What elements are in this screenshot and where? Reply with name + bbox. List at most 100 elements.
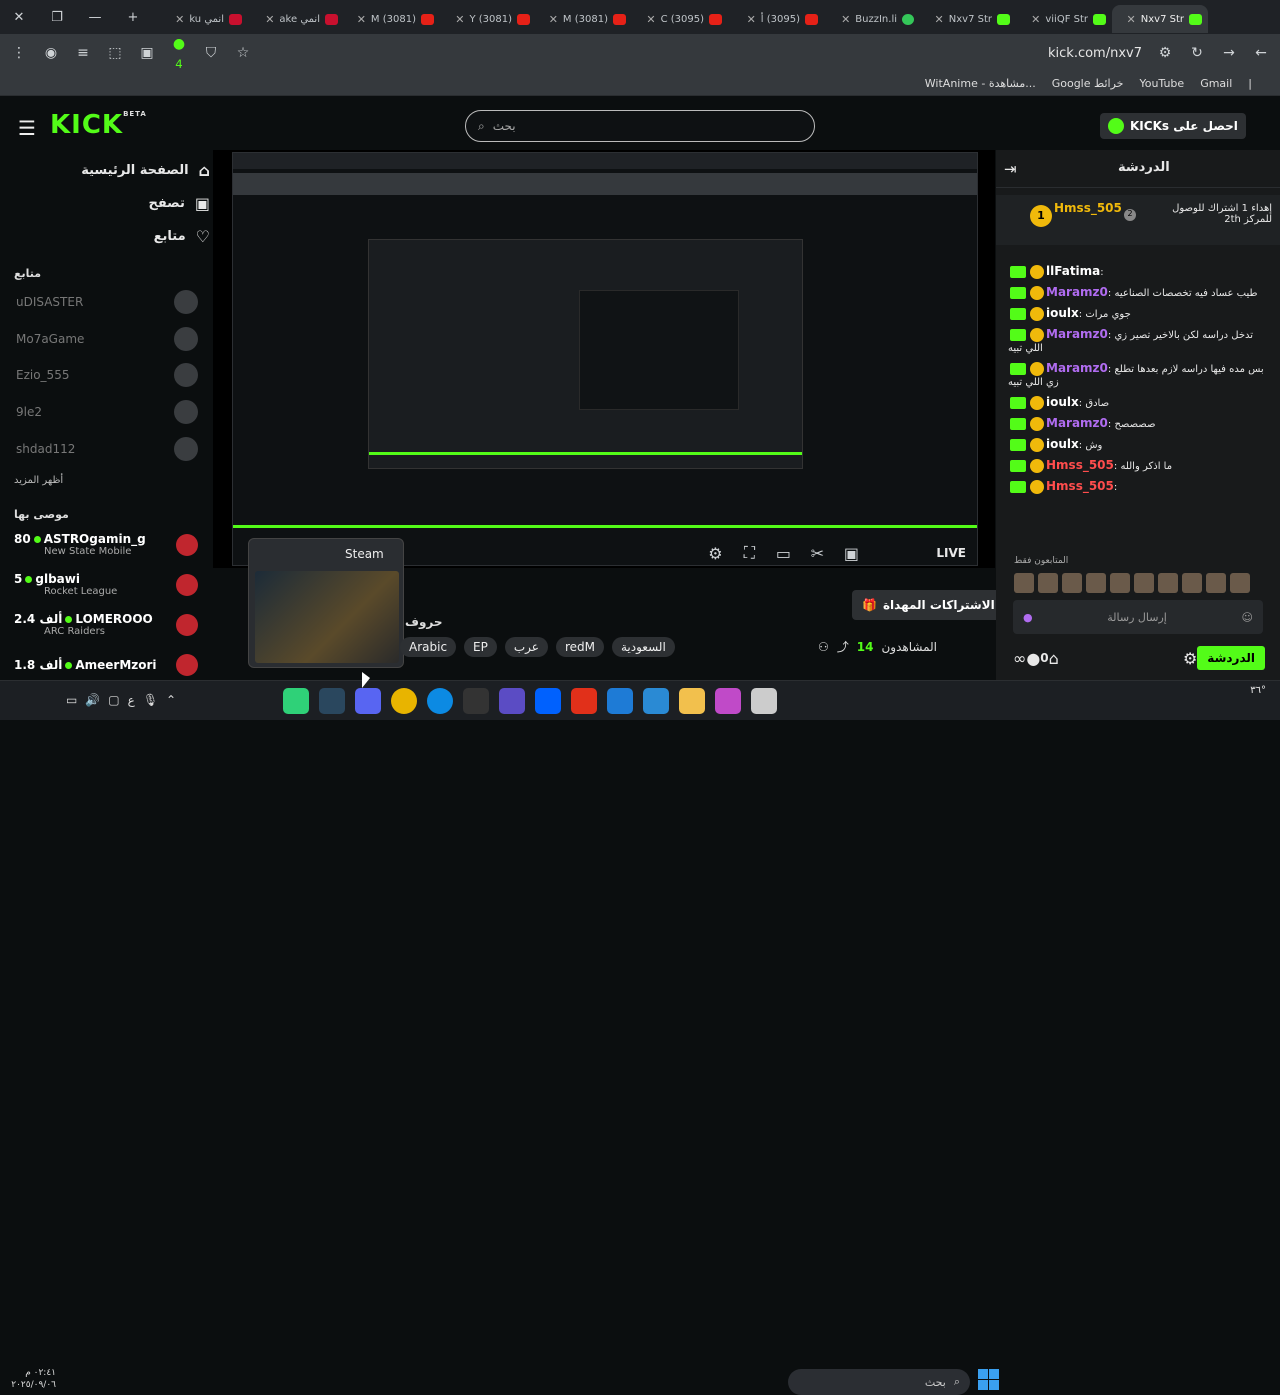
emote-2[interactable] <box>1038 573 1058 593</box>
emote-9[interactable] <box>1206 573 1226 593</box>
epic-games-app-icon[interactable] <box>463 688 489 714</box>
browser-tab[interactable]: BuzzIn.li ✕ <box>824 5 920 33</box>
nav-item[interactable]: تصفح ▣ <box>0 187 210 220</box>
chat-username[interactable]: Maramz0 <box>1046 285 1108 299</box>
tray-chevron-icon[interactable]: ⌃ <box>166 693 176 707</box>
chat-username[interactable]: ioulx <box>1046 306 1079 320</box>
show-more-link[interactable]: أظهر المزيد <box>0 467 210 494</box>
emote-10[interactable] <box>1230 573 1250 593</box>
site-settings-icon[interactable]: ⚙ <box>1156 45 1174 61</box>
following-channel[interactable]: Ezio_555 <box>0 357 210 394</box>
extension-badge-icon[interactable]: ● 4 <box>170 36 188 71</box>
reading-list-icon[interactable]: ≡ <box>74 45 92 61</box>
stream-tag[interactable]: السعودية <box>611 637 675 657</box>
close-tab-icon[interactable]: ✕ <box>747 13 756 26</box>
back-icon[interactable]: ← <box>1252 45 1270 61</box>
browser-tab[interactable]: Nxv7 Str ✕ <box>920 5 1016 33</box>
microphone-icon[interactable]: ● <box>1023 611 1033 624</box>
nav-item[interactable]: الصفحة الرئيسية ⌂ <box>0 154 210 187</box>
collapse-chat-icon[interactable]: ⇥ <box>1004 160 1017 178</box>
recommended-channel[interactable]: 2.4 ألف LOMEROOO ARC Raiders <box>0 605 210 645</box>
bookmark-witanime[interactable]: WitAnime - مشاهدة... <box>925 77 1036 90</box>
close-tab-icon[interactable]: ✕ <box>455 13 464 26</box>
search-input[interactable]: ⌕ بحث <box>465 110 815 142</box>
language-icon[interactable]: ع <box>128 693 135 707</box>
close-tab-icon[interactable]: ✕ <box>646 13 655 26</box>
extensions-puzzle-icon[interactable]: ⬚ <box>106 45 124 61</box>
file-explorer-app-icon[interactable] <box>679 688 705 714</box>
steam-taskbar-preview[interactable]: Steam <box>248 538 404 668</box>
app-icon[interactable] <box>499 688 525 714</box>
new-tab-icon[interactable]: + <box>114 10 152 25</box>
browser-tab[interactable]: انمي ku ✕ <box>152 5 248 33</box>
emote-7[interactable] <box>1158 573 1178 593</box>
chat-input[interactable]: ● إرسال رسالة ☺ <box>1013 600 1263 634</box>
minimize-window-icon[interactable]: — <box>76 10 114 25</box>
rewards-icon[interactable]: ⌂ <box>1049 649 1059 668</box>
close-tab-icon[interactable]: ✕ <box>935 13 944 26</box>
nav-item[interactable]: متابع ♡ <box>0 220 210 253</box>
chat-send-button[interactable]: الدردشة <box>1197 646 1265 670</box>
mic-tray-icon[interactable]: 🎙 <box>143 693 158 707</box>
battery-icon[interactable]: ▭ <box>66 693 77 707</box>
stream-tag[interactable]: عرب <box>504 637 548 657</box>
volume-icon[interactable]: 🔊 <box>85 693 100 707</box>
browser-tab[interactable]: (3095) C ✕ <box>632 5 728 33</box>
close-tab-icon[interactable]: ✕ <box>549 13 558 26</box>
close-tab-icon[interactable]: ✕ <box>841 13 850 26</box>
copilot-app-icon[interactable] <box>283 688 309 714</box>
taskbar-search[interactable]: بحث ⌕ <box>788 1369 970 1395</box>
bookmark-gmail[interactable]: Gmail <box>1200 77 1232 90</box>
emote-3[interactable] <box>1062 573 1082 593</box>
close-tab-icon[interactable]: ✕ <box>265 13 274 26</box>
stream-tag[interactable]: EP <box>464 637 497 657</box>
following-channel[interactable]: 9le2 <box>0 394 210 431</box>
weather-temperature[interactable]: ٣٦° <box>1250 685 1266 696</box>
recommended-channel[interactable]: 1.8 ألف AmeerMzori <box>0 645 210 685</box>
emote-5[interactable] <box>1110 573 1130 593</box>
add-friend-icon[interactable]: ⚇ <box>818 640 829 654</box>
bookmark-star-icon[interactable]: ☆ <box>234 45 252 61</box>
emote-8[interactable] <box>1182 573 1202 593</box>
theater-mode-icon[interactable]: ▭ <box>774 544 792 563</box>
store-app-icon[interactable] <box>643 688 669 714</box>
clip-icon[interactable]: ✂ <box>808 544 826 563</box>
close-tab-icon[interactable]: ✕ <box>357 13 366 26</box>
browser-tab[interactable]: (3081) M ✕ <box>344 5 440 33</box>
emote-6[interactable] <box>1134 573 1154 593</box>
copilot-app-icon[interactable] <box>715 688 741 714</box>
recommended-channel[interactable]: 5 glbawi Rocket League <box>0 565 210 605</box>
extension-icon[interactable]: ▣ <box>138 45 156 61</box>
browser-tab[interactable]: viiQF Str ✕ <box>1016 5 1112 33</box>
edge-app-icon[interactable] <box>427 688 453 714</box>
menu-dots-icon[interactable]: ⋮ <box>10 45 28 61</box>
close-tab-icon[interactable]: ✕ <box>175 13 184 26</box>
url-text[interactable]: kick.com/nxv7 <box>1048 46 1142 61</box>
chat-username[interactable]: ioulx <box>1046 437 1079 451</box>
following-channel[interactable]: uDISASTER <box>0 284 210 321</box>
steam-app-icon[interactable] <box>319 688 345 714</box>
extension-icon[interactable]: ◉ <box>42 45 60 61</box>
settings-icon[interactable]: ⚙ <box>706 544 724 563</box>
network-icon[interactable]: ▢ <box>108 693 119 707</box>
close-tab-icon[interactable]: ✕ <box>1031 13 1040 26</box>
points-icon[interactable]: ∞● <box>1013 649 1040 668</box>
outlook-app-icon[interactable] <box>607 688 633 714</box>
emoji-icon[interactable]: ☺ <box>1242 611 1253 624</box>
chat-username[interactable]: Maramz0 <box>1046 361 1108 375</box>
chat-username[interactable]: Maramz0 <box>1046 416 1108 430</box>
recommended-channel[interactable]: 80 ASTROgamin_g New State Mobile <box>0 525 210 565</box>
leader-user[interactable]: Hmss_505 <box>1054 201 1122 215</box>
chat-username[interactable]: ioulx <box>1046 395 1079 409</box>
kick-logo[interactable]: KICKBETA <box>50 110 147 140</box>
following-channel[interactable]: shdad112 <box>0 430 210 467</box>
chrome-app-icon[interactable] <box>391 688 417 714</box>
get-kicks-button[interactable]: احصل على KICKs <box>1100 113 1246 139</box>
fullscreen-icon[interactable]: ⛶ <box>740 543 758 563</box>
chat-username[interactable]: llFatima <box>1046 264 1100 278</box>
dropbox-app-icon[interactable] <box>535 688 561 714</box>
pip-icon[interactable]: ▣ <box>842 544 860 563</box>
chat-settings-icon[interactable]: ⚙ <box>1183 649 1197 668</box>
close-tab-icon[interactable]: ✕ <box>1127 13 1136 26</box>
app-icon[interactable] <box>571 688 597 714</box>
